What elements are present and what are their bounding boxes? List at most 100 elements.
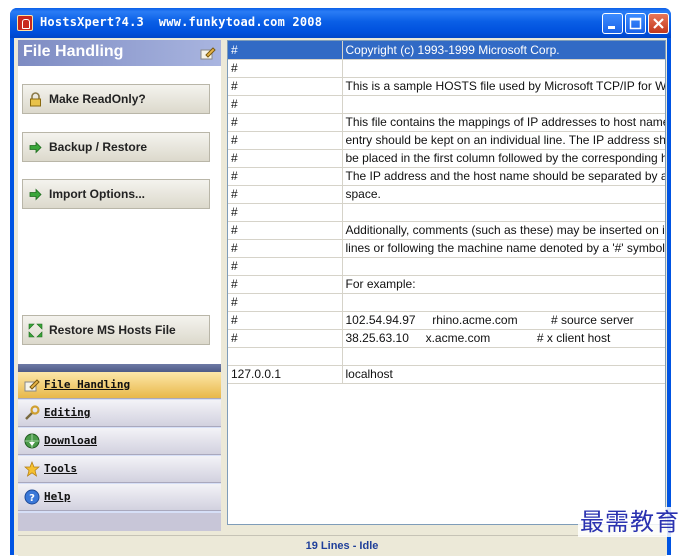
actions-panel: Make ReadOnly? Backup / Restore Import O…	[18, 66, 221, 364]
minimize-icon	[608, 26, 615, 29]
host-cell[interactable]: 102.54.94.97 rhino.acme.com # source ser…	[342, 311, 665, 330]
host-cell[interactable]: localhost	[342, 365, 665, 384]
wrench-icon	[25, 405, 40, 420]
table-row[interactable]: # For example:	[228, 275, 665, 294]
ip-cell[interactable]: #	[228, 131, 343, 150]
restore-ms-hosts-button[interactable]: Restore MS Hosts File	[22, 315, 210, 345]
table-row[interactable]: #	[228, 257, 665, 276]
nav-download[interactable]: Download	[18, 428, 221, 455]
nav-label: Editing	[44, 406, 91, 419]
host-cell[interactable]: This is a sample HOSTS file used by Micr…	[342, 77, 665, 96]
svg-text:?: ?	[29, 493, 35, 504]
ip-cell[interactable]: #	[228, 95, 343, 114]
help-icon: ?	[24, 489, 40, 505]
table-row[interactable]: 127.0.0.1 localhost	[228, 365, 665, 384]
ip-cell[interactable]: #	[228, 293, 343, 312]
ip-cell[interactable]: 127.0.0.1	[228, 365, 343, 384]
ip-cell[interactable]: #	[228, 185, 343, 204]
table-row[interactable]: #38.25.63.10 x.acme.com # x client host	[228, 329, 665, 348]
table-row[interactable]: # The IP address and the host name should…	[228, 167, 665, 186]
client-area: File Handling Make ReadOnly? Backup / Re…	[14, 38, 667, 556]
nav-label: Download	[44, 434, 97, 447]
status-bar: 19 Lines - Idle	[18, 535, 666, 556]
ip-cell[interactable]: #	[228, 167, 343, 186]
host-cell[interactable]: 38.25.63.10 x.acme.com # x client host	[342, 329, 665, 348]
close-icon	[653, 18, 664, 29]
nav-file-handling[interactable]: File Handling	[18, 372, 221, 399]
nav-label: Help	[44, 490, 71, 503]
title-bar[interactable]: HostsXpert?4.3 www.funkytoad.com 2008	[10, 8, 671, 38]
panel-title: File Handling	[23, 43, 124, 60]
ip-cell[interactable]	[228, 347, 343, 366]
host-cell[interactable]: The IP address and the host name should …	[342, 167, 665, 186]
host-cell[interactable]	[342, 293, 665, 312]
ip-cell[interactable]: #	[228, 329, 343, 348]
window-title: HostsXpert?4.3 www.funkytoad.com 2008	[40, 15, 323, 29]
panel-divider[interactable]	[18, 364, 221, 372]
host-cell[interactable]	[342, 347, 665, 366]
backup-restore-button[interactable]: Backup / Restore	[22, 132, 210, 162]
app-window: HostsXpert?4.3 www.funkytoad.com 2008 Fi…	[10, 8, 671, 556]
host-cell[interactable]: This file contains the mappings of IP ad…	[342, 113, 665, 132]
table-row[interactable]: #102.54.94.97 rhino.acme.com # source se…	[228, 311, 665, 330]
table-row[interactable]: # Additionally, comments (such as these) …	[228, 221, 665, 240]
host-cell[interactable]: Additionally, comments (such as these) m…	[342, 221, 665, 240]
nav-label: Tools	[44, 462, 78, 475]
nav-tools[interactable]: Tools	[18, 456, 221, 483]
edit-pencil-icon	[200, 47, 216, 60]
table-row[interactable]: #	[228, 95, 665, 114]
table-row[interactable]	[228, 347, 665, 366]
nav-label: File Handling	[44, 378, 131, 391]
table-row[interactable]: #	[228, 59, 665, 78]
ip-cell[interactable]: #	[228, 149, 343, 168]
ip-cell[interactable]: #	[228, 311, 343, 330]
nav-help[interactable]: ? Help	[18, 484, 221, 511]
restore-arrows-icon	[28, 323, 43, 338]
pencil-icon	[24, 379, 40, 392]
left-panel: File Handling Make ReadOnly? Backup / Re…	[18, 40, 221, 531]
action-label: Backup / Restore	[49, 140, 148, 154]
table-row[interactable]: # be placed in the first column followed …	[228, 149, 665, 168]
table-row[interactable]: # This is a sample HOSTS file used by Mic…	[228, 77, 665, 96]
ip-cell[interactable]: #	[228, 59, 343, 78]
table-row[interactable]: #	[228, 203, 665, 222]
host-cell[interactable]	[342, 203, 665, 222]
minimize-button[interactable]	[602, 13, 623, 34]
nav-filler	[18, 513, 221, 531]
make-readonly-button[interactable]: Make ReadOnly?	[22, 84, 210, 114]
app-icon[interactable]	[17, 15, 33, 31]
status-text: 19 Lines - Idle	[305, 540, 379, 552]
table-row[interactable]: # This file contains the mappings of IP a…	[228, 113, 665, 132]
host-cell[interactable]: For example:	[342, 275, 665, 294]
close-button[interactable]	[648, 13, 669, 34]
green-arrow-icon	[29, 141, 42, 154]
host-cell[interactable]: space.	[342, 185, 665, 204]
host-cell[interactable]: Copyright (c) 1993-1999 Microsoft Corp.	[342, 41, 665, 60]
globe-download-icon	[24, 433, 40, 449]
ip-cell[interactable]: #	[228, 113, 343, 132]
host-cell[interactable]: be placed in the first column followed b…	[342, 149, 665, 168]
table-row[interactable]: # entry should be kept on an individual l…	[228, 131, 665, 150]
table-row[interactable]: # lines or following the machine name den…	[228, 239, 665, 258]
host-cell[interactable]: lines or following the machine name deno…	[342, 239, 665, 258]
ip-cell[interactable]: #	[228, 239, 343, 258]
host-cell[interactable]: entry should be kept on an individual li…	[342, 131, 665, 150]
host-cell[interactable]	[342, 59, 665, 78]
ip-cell[interactable]: #	[228, 203, 343, 222]
ip-cell[interactable]: #	[228, 257, 343, 276]
table-row[interactable]: #	[228, 293, 665, 312]
ip-cell[interactable]: #	[228, 41, 343, 60]
panel-header: File Handling	[18, 40, 221, 66]
host-cell[interactable]	[342, 95, 665, 114]
table-row[interactable]: # space.	[228, 185, 665, 204]
maximize-button[interactable]	[625, 13, 646, 34]
nav-editing[interactable]: Editing	[18, 400, 221, 427]
hosts-table: # Copyright (c) 1993-1999 Microsoft Corp.…	[228, 41, 665, 384]
ip-cell[interactable]: #	[228, 221, 343, 240]
table-row[interactable]: # Copyright (c) 1993-1999 Microsoft Corp.	[228, 41, 665, 60]
host-cell[interactable]	[342, 257, 665, 276]
ip-cell[interactable]: #	[228, 275, 343, 294]
import-options-button[interactable]: Import Options...	[22, 179, 210, 209]
ip-cell[interactable]: #	[228, 77, 343, 96]
hosts-grid[interactable]: # Copyright (c) 1993-1999 Microsoft Corp.…	[227, 40, 666, 525]
